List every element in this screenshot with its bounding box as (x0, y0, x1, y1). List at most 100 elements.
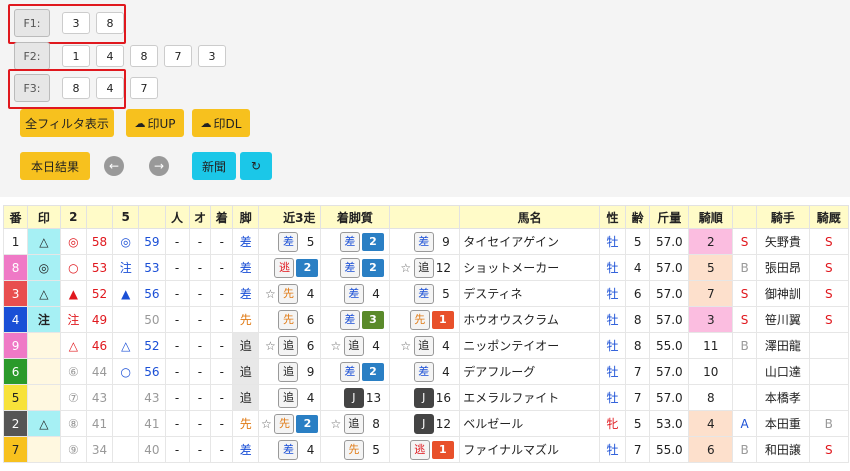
score2: 34 (85, 436, 114, 463)
mark-cell[interactable]: 注 (27, 306, 61, 333)
recent-race[interactable]: 逃 2 (258, 254, 321, 281)
mark-cell[interactable]: △ (27, 410, 61, 437)
filter-label[interactable]: F2: (14, 42, 50, 70)
filter-row-f2: F2: 1 4 8 7 3 (14, 41, 226, 71)
race-style-pill: 追 (278, 387, 299, 408)
recent-race[interactable]: 差 5 (258, 228, 321, 255)
horse-name[interactable]: デアフルーグ (459, 358, 600, 385)
horse-name[interactable]: タイセイアゲイン (459, 228, 600, 255)
recent-race[interactable]: ☆ 追 4 (319, 332, 391, 359)
recent-race[interactable]: 先 5 (319, 436, 391, 463)
mark-cell[interactable]: △ (27, 228, 61, 255)
mark-cell[interactable] (27, 384, 61, 411)
mark5 (112, 384, 140, 411)
horse-name[interactable]: ニッポンテイオー (459, 332, 600, 359)
col-header[interactable]: 脚 (232, 205, 260, 229)
recent-race[interactable]: ☆ 先 4 (258, 280, 321, 307)
col-header[interactable]: 近3走 (258, 205, 321, 229)
col-header[interactable]: 性 (598, 205, 627, 229)
col-header[interactable]: 着 (210, 205, 234, 229)
recent-race[interactable]: 差 2 (319, 358, 391, 385)
recent-race[interactable]: 先 1 (389, 306, 461, 333)
horse-name[interactable]: デスティネ (459, 280, 600, 307)
filter-number[interactable]: 7 (164, 45, 192, 67)
recent-race[interactable]: 追 9 (258, 358, 321, 385)
mark-cell[interactable] (27, 332, 61, 359)
horse-name[interactable]: エメラルファイト (459, 384, 600, 411)
recent-race[interactable]: ☆ 追 8 (319, 410, 391, 437)
newspaper-button[interactable]: 新聞 (192, 152, 236, 180)
recent-race[interactable]: 追 4 (258, 384, 321, 411)
col-header[interactable]: 印 (27, 205, 61, 229)
mark-download-button[interactable]: ☁ 印DL (192, 109, 250, 137)
filter-number[interactable]: 8 (130, 45, 158, 67)
col-header[interactable]: 番 (2, 205, 29, 229)
col-header[interactable]: オ (188, 205, 212, 229)
race-style-pill: 差 (413, 361, 434, 382)
filter-number[interactable]: 1 (62, 45, 90, 67)
col-header[interactable]: 着脚質 (319, 205, 391, 229)
col-header[interactable]: 騎手 (756, 205, 810, 229)
recent-race[interactable]: 差 4 (319, 280, 391, 307)
today-results-button[interactable]: 本日結果 (20, 152, 90, 180)
mark-cell[interactable] (27, 436, 61, 463)
recent-race[interactable]: ☆ 追 12 (389, 254, 461, 281)
recent-race[interactable]: 差 3 (319, 306, 391, 333)
recent-race[interactable]: 差 2 (319, 228, 391, 255)
recent-race[interactable]: J 13 (319, 384, 391, 411)
horse-name[interactable]: ショットメーカー (459, 254, 600, 281)
recent-race[interactable]: 差 4 (389, 358, 461, 385)
col-header[interactable]: 騎厩 (808, 205, 850, 229)
jockey-order: 2 (688, 228, 734, 255)
refresh-icon[interactable]: ↻ (240, 152, 272, 180)
score5: 41 (138, 410, 166, 437)
race-style-pill: 差 (413, 231, 434, 252)
race-cell: J 16 (390, 385, 459, 410)
race-cell: 逃 1 (390, 437, 459, 462)
recent-race[interactable]: 差 2 (319, 254, 391, 281)
col-header[interactable]: 騎順 (688, 205, 734, 229)
prev-arrow-icon[interactable]: ← (104, 156, 124, 176)
running-style: 差 (232, 254, 260, 281)
odds: - (188, 410, 212, 437)
col-header[interactable] (85, 205, 114, 229)
horse-name[interactable]: ファイナルマズル (459, 436, 600, 463)
col-header[interactable] (732, 205, 758, 229)
recent-race[interactable]: 差 9 (389, 228, 461, 255)
star-icon: ☆ (400, 260, 412, 275)
recent-race[interactable]: ☆ 先 2 (258, 410, 321, 437)
recent-race[interactable]: 逃 1 (389, 436, 461, 463)
show-all-filters-button[interactable]: 全フィルタ表示 (20, 109, 114, 137)
weight: 53.0 (649, 410, 690, 437)
col-header[interactable]: 人 (164, 205, 190, 229)
col-header[interactable] (138, 205, 166, 229)
recent-race[interactable]: ☆ 追 6 (258, 332, 321, 359)
filter-number[interactable]: 3 (198, 45, 226, 67)
race-style-pill: 差 (278, 231, 299, 252)
finish: - (210, 332, 234, 359)
recent-race[interactable]: J 16 (389, 384, 461, 411)
mark-cell[interactable]: △ (27, 280, 61, 307)
next-arrow-icon[interactable]: → (149, 156, 169, 176)
horse-name[interactable]: ベルゼール (459, 410, 600, 437)
col-header[interactable]: 2 (59, 205, 87, 229)
horse-name[interactable]: ホウオウスクラム (459, 306, 600, 333)
mark-upload-button[interactable]: ☁ 印UP (126, 109, 184, 137)
col-header[interactable]: 5 (112, 205, 140, 229)
score2: 58 (85, 228, 114, 255)
col-header[interactable] (389, 205, 461, 229)
jockey-name: 本橋孝 (756, 384, 810, 411)
col-header[interactable]: 斤量 (649, 205, 690, 229)
col-header[interactable]: 齢 (625, 205, 651, 229)
filter-number[interactable]: 7 (130, 77, 158, 99)
recent-race[interactable]: ☆ 追 4 (389, 332, 461, 359)
recent-race[interactable]: J 12 (389, 410, 461, 437)
race-table: 番 印 2 5 人 オ 着 脚 近3走 着脚質 馬名 性 齢 斤量 騎順 騎手 … (2, 205, 850, 463)
mark-cell[interactable]: ◎ (27, 254, 61, 281)
mark-cell[interactable] (27, 358, 61, 385)
filter-number[interactable]: 4 (96, 45, 124, 67)
col-header[interactable]: 馬名 (459, 205, 600, 229)
recent-race[interactable]: 差 5 (389, 280, 461, 307)
recent-race[interactable]: 差 4 (258, 436, 321, 463)
recent-race[interactable]: 先 6 (258, 306, 321, 333)
